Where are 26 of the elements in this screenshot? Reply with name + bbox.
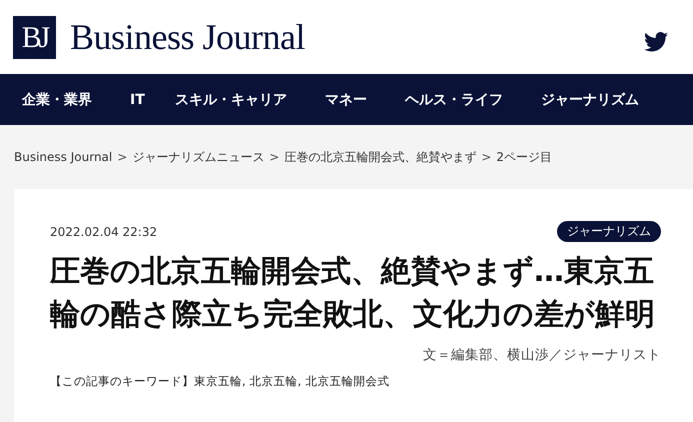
keyword-link[interactable]: 北京五輪開会式 (305, 374, 390, 388)
current-page-label: 2ページ目 (496, 148, 552, 166)
nav-link[interactable]: マネー (324, 90, 367, 108)
keyword-separator: , (298, 374, 302, 388)
breadcrumb-separator: > (269, 150, 280, 164)
article-byline: 文＝編集部、横山渉／ジャーナリスト (422, 346, 661, 364)
nav-link[interactable]: ヘルス・ライフ (404, 90, 503, 108)
breadcrumb-separator: > (117, 150, 128, 164)
nav-link[interactable]: スキル・キャリア (174, 90, 287, 108)
breadcrumb-link[interactable]: ジャーナリズムニュース (132, 148, 264, 166)
nav-link[interactable]: ジャーナリズム (540, 90, 639, 108)
breadcrumb-separator: > (481, 150, 492, 164)
article-title: 圧巻の北京五輪開会式、絶賛やまず…東京五輪の酷さ際立ち完全敗北、文化力の差が鮮明 (50, 253, 656, 334)
bird-icon[interactable] (644, 32, 668, 52)
keyword-link[interactable]: 東京五輪 (194, 374, 242, 388)
breadcrumb-link[interactable]: Business Journal (14, 150, 112, 164)
category-tag[interactable]: ジャーナリズム (557, 221, 661, 242)
keyword-separator: , (242, 374, 246, 388)
keyword-link[interactable]: 北京五輪 (250, 374, 298, 388)
nav-link[interactable]: IT (130, 92, 145, 108)
keywords-label: 【この記事のキーワード】 (50, 374, 194, 388)
article-date: 2022.02.04 22:32 (50, 224, 158, 238)
logo-mark[interactable]: BJ (13, 16, 56, 58)
nav-link[interactable]: 企業・業界 (22, 90, 92, 108)
breadcrumb-link[interactable]: 圧巻の北京五輪開会式、絶賛やまず (284, 148, 476, 166)
site-logo-text[interactable]: Business Journal (70, 16, 305, 58)
